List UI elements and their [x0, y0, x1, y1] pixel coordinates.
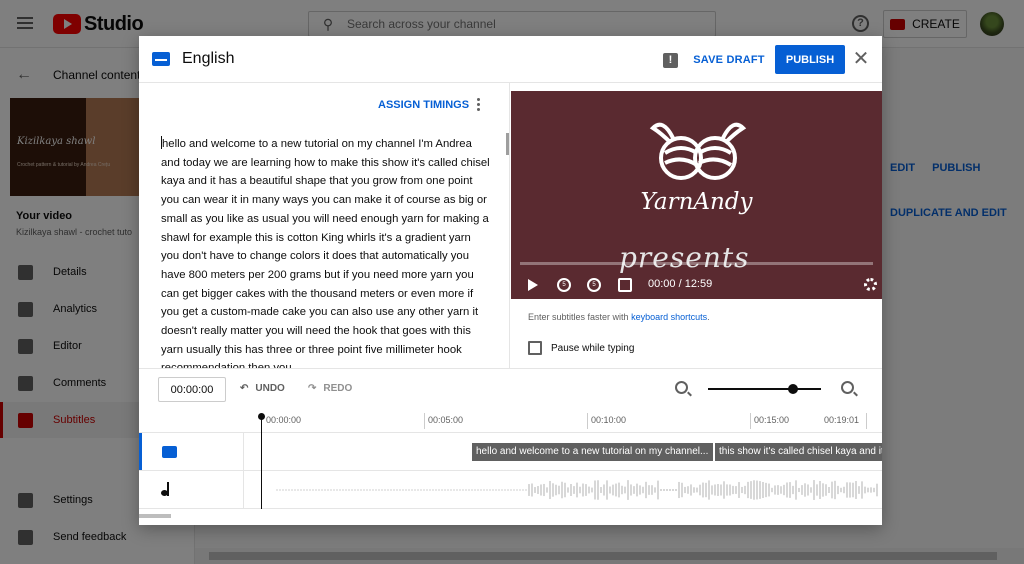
- shortcuts-hint: Enter subtitles faster with keyboard sho…: [528, 312, 710, 322]
- more-options-icon[interactable]: [477, 98, 481, 112]
- subtitle-track: hello and welcome to a new tutorial on m…: [139, 433, 882, 471]
- zoom-in-icon[interactable]: [841, 381, 854, 394]
- editor-scrollbar[interactable]: [506, 133, 509, 155]
- ruler-line: [866, 413, 867, 429]
- zoom-slider-handle[interactable]: [788, 384, 798, 394]
- timeline-scrollbar[interactable]: [139, 514, 171, 518]
- video-progress-bar[interactable]: [520, 262, 873, 265]
- feedback-icon[interactable]: !: [663, 53, 678, 68]
- redo-icon: ↷: [308, 383, 317, 394]
- shortcuts-text: Enter subtitles faster with: [528, 312, 629, 322]
- ruler-tick: 00:05:00: [428, 415, 464, 425]
- audio-track-label: [139, 471, 244, 508]
- undo-icon: ↶: [240, 383, 249, 394]
- ruler-line: [587, 413, 588, 429]
- shortcuts-period: .: [707, 312, 710, 322]
- music-note-icon: [161, 482, 169, 496]
- redo-label: REDO: [323, 383, 353, 394]
- pause-while-typing[interactable]: Pause while typing: [528, 341, 634, 355]
- ruler-tick: 00:00:00: [266, 415, 302, 425]
- publish-button[interactable]: PUBLISH: [775, 45, 845, 74]
- subtitle-track-label: [139, 433, 244, 470]
- dialog-title: English: [182, 50, 235, 67]
- keyboard-shortcuts-link[interactable]: keyboard shortcuts: [631, 312, 707, 322]
- settings-gear-icon[interactable]: [864, 278, 877, 291]
- transcript-text: hello and welcome to a new tutorial on m…: [161, 138, 490, 368]
- play-icon[interactable]: [528, 279, 538, 291]
- undo-button[interactable]: ↶ UNDO: [240, 383, 285, 394]
- transcript-textarea[interactable]: hello and welcome to a new tutorial on m…: [161, 135, 491, 368]
- subtitle-editor-dialog: English ! SAVE DRAFT PUBLISH ✕ ASSIGN TI…: [139, 36, 882, 525]
- caption-cue[interactable]: hello and welcome to a new tutorial on m…: [472, 443, 713, 461]
- caption-cue[interactable]: this show it's called chisel kaya and it: [715, 443, 882, 461]
- save-draft-button[interactable]: SAVE DRAFT: [691, 46, 767, 74]
- ruler-line: [424, 413, 425, 429]
- volume-icon[interactable]: [618, 278, 632, 292]
- close-icon[interactable]: ✕: [851, 49, 871, 69]
- pause-while-typing-label: Pause while typing: [551, 342, 635, 354]
- ruler-tick: 00:19:01: [824, 415, 860, 425]
- ruler-line: [750, 413, 751, 429]
- transcript-editor: ASSIGN TIMINGS hello and welcome to a ne…: [139, 83, 510, 368]
- yarn-logo-icon: [649, 122, 747, 180]
- zoom-out-icon[interactable]: [675, 381, 688, 394]
- dialog-header: English ! SAVE DRAFT PUBLISH ✕: [139, 36, 882, 83]
- video-controls: 5 5 00:00 / 12:59: [511, 275, 882, 295]
- assign-timings-button[interactable]: ASSIGN TIMINGS: [378, 99, 469, 111]
- video-player[interactable]: YarnAndy presents 5 5 00:00 / 12:59: [511, 91, 882, 299]
- timecode-input[interactable]: 00:00:00: [158, 377, 226, 402]
- timeline-ruler[interactable]: 00:00:00 00:05:00 00:10:00 00:15:00 00:1…: [139, 411, 882, 433]
- subtitles-icon: [162, 446, 177, 458]
- timeline-playhead[interactable]: [258, 413, 265, 509]
- video-overlay-text: presents: [619, 241, 750, 274]
- video-time: 00:00 / 12:59: [648, 278, 713, 290]
- pause-while-typing-checkbox[interactable]: [528, 341, 542, 355]
- zoom-slider[interactable]: [708, 388, 821, 390]
- ruler-tick: 00:15:00: [754, 415, 790, 425]
- redo-button[interactable]: ↷ REDO: [308, 383, 352, 394]
- timeline-toolbar: 00:00:00 ↶ UNDO ↷ REDO: [139, 368, 882, 411]
- undo-label: UNDO: [255, 383, 285, 394]
- ruler-tick: 00:10:00: [591, 415, 627, 425]
- forward-5s-icon[interactable]: 5: [587, 278, 601, 292]
- rewind-5s-icon[interactable]: 5: [557, 278, 571, 292]
- video-brand-text: YarnAndy: [640, 189, 753, 215]
- subtitles-icon: [152, 52, 170, 66]
- audio-waveform: [276, 480, 878, 500]
